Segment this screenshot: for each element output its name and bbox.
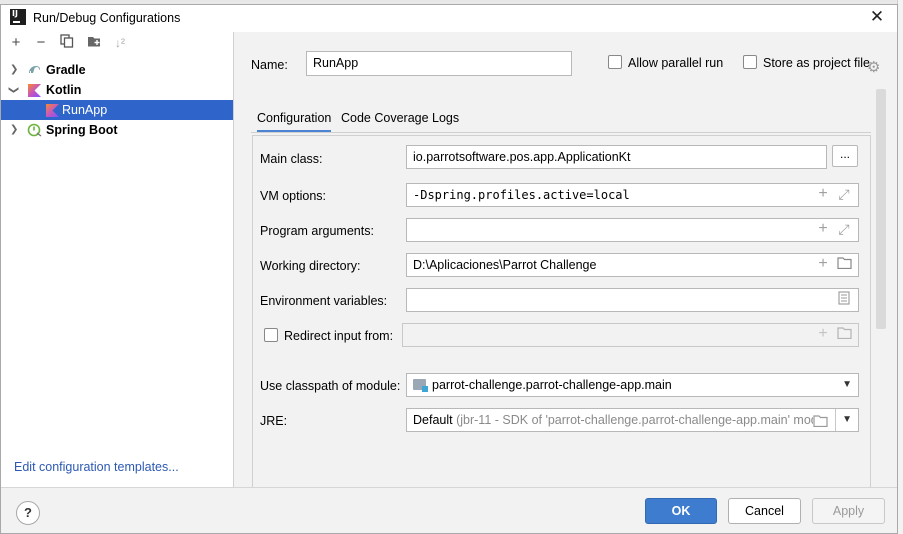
plus-icon[interactable]: + <box>815 326 831 342</box>
chevron-down-icon[interactable]: ▼ <box>842 374 852 396</box>
environment-variables-label: Environment variables: <box>260 294 388 308</box>
classpath-module-select[interactable]: parrot-challenge.parrot-challenge-app.ma… <box>406 373 859 397</box>
store-as-project-file-label: Store as project file <box>763 56 870 70</box>
store-as-project-file-checkbox[interactable] <box>743 55 757 69</box>
program-arguments-label: Program arguments: <box>260 224 374 238</box>
chevron-right-icon[interactable]: ❯ <box>10 120 18 140</box>
run-debug-configurations-dialog: IJ Run/Debug Configurations ✕ + − ↓² ❯ G… <box>0 4 898 534</box>
ok-button[interactable]: OK <box>645 498 717 524</box>
expand-icon[interactable]: ⤢ <box>836 186 852 202</box>
gear-icon[interactable]: ⚙ <box>867 58 880 76</box>
tree-item-runapp[interactable]: RunApp <box>1 100 233 120</box>
name-label: Name: <box>251 58 288 72</box>
tree-item-label: Spring Boot <box>46 123 118 137</box>
redirect-input-field[interactable] <box>402 323 859 347</box>
window-title: Run/Debug Configurations <box>33 11 181 25</box>
classpath-module-value: parrot-challenge.parrot-challenge-app.ma… <box>432 378 672 392</box>
configuration-tree: ❯ Gradle ❯ Kotlin RunApp ❯ Spring Boot <box>1 60 233 140</box>
jre-select-separator <box>835 409 836 431</box>
remove-configuration-icon[interactable]: − <box>32 34 50 52</box>
configurations-sidebar: + − ↓² ❯ Gradle ❯ Kotlin RunApp ❯ Spring… <box>1 32 234 487</box>
chevron-down-icon[interactable]: ▼ <box>842 409 852 431</box>
cancel-button[interactable]: Cancel <box>728 498 801 524</box>
folder-add-icon[interactable] <box>85 34 103 52</box>
dialog-button-bar: ? OK Cancel Apply <box>1 487 897 533</box>
list-icon[interactable] <box>836 291 852 307</box>
edit-configuration-templates-link[interactable]: Edit configuration templates... <box>14 460 179 474</box>
allow-parallel-run-label: Allow parallel run <box>628 56 724 70</box>
folder-icon[interactable] <box>836 326 852 342</box>
main-class-label: Main class: <box>260 152 323 166</box>
program-arguments-field[interactable] <box>406 218 859 242</box>
browse-main-class-button[interactable]: ... <box>832 145 858 167</box>
kotlin-icon <box>28 83 42 97</box>
plus-icon[interactable]: + <box>815 221 831 237</box>
folder-icon[interactable] <box>836 256 852 272</box>
jre-label: JRE: <box>260 414 288 428</box>
title-bar: IJ Run/Debug Configurations ✕ <box>1 5 897 32</box>
tab-logs[interactable]: Logs <box>432 105 459 133</box>
chevron-down-icon[interactable]: ❯ <box>3 86 23 94</box>
vm-options-field[interactable]: -Dspring.profiles.active=local <box>406 183 859 207</box>
working-directory-field[interactable]: D:\Aplicaciones\Parrot Challenge <box>406 253 859 277</box>
tab-configuration[interactable]: Configuration <box>257 105 332 133</box>
jre-select[interactable]: Default (jbr-11 - SDK of 'parrot-challen… <box>406 408 859 432</box>
tree-item-label: Gradle <box>46 63 86 77</box>
folder-icon[interactable] <box>813 412 828 431</box>
tree-item-label: Kotlin <box>46 83 82 97</box>
expand-icon[interactable]: ⤢ <box>836 221 852 237</box>
tree-item-label: RunApp <box>62 103 108 117</box>
spring-boot-icon <box>27 123 42 137</box>
redirect-input-checkbox[interactable] <box>264 328 278 342</box>
environment-variables-field[interactable] <box>406 288 859 312</box>
tree-item-kotlin[interactable]: ❯ Kotlin <box>1 80 233 100</box>
gradle-icon <box>27 63 41 77</box>
sort-icon[interactable]: ↓² <box>111 34 129 52</box>
working-directory-label: Working directory: <box>260 259 361 273</box>
chevron-right-icon[interactable]: ❯ <box>10 60 18 80</box>
classpath-module-label: Use classpath of module: <box>260 379 401 393</box>
redirect-input-label: Redirect input from: <box>284 329 394 343</box>
main-class-field[interactable]: io.parrotsoftware.pos.app.ApplicationKt <box>406 145 827 169</box>
plus-icon[interactable]: + <box>815 256 831 272</box>
tab-code-coverage[interactable]: Code Coverage <box>341 105 429 133</box>
name-field[interactable]: RunApp <box>306 51 572 76</box>
apply-button[interactable]: Apply <box>812 498 885 524</box>
form-scrollbar[interactable] <box>876 89 886 329</box>
configuration-editor: Name: RunApp Allow parallel run Store as… <box>235 32 887 487</box>
tab-divider <box>251 132 871 133</box>
module-icon <box>413 379 428 392</box>
kotlin-icon <box>46 103 60 117</box>
plus-icon[interactable]: + <box>815 186 831 202</box>
add-configuration-icon[interactable]: + <box>7 34 25 52</box>
help-button[interactable]: ? <box>16 501 40 525</box>
copy-configuration-icon[interactable] <box>58 34 76 52</box>
allow-parallel-run-checkbox[interactable] <box>608 55 622 69</box>
tree-item-gradle[interactable]: ❯ Gradle <box>1 60 233 80</box>
tree-item-spring-boot[interactable]: ❯ Spring Boot <box>1 120 233 140</box>
intellij-app-icon: IJ <box>10 9 26 25</box>
jre-value-wrap: Default (jbr-11 - SDK of 'parrot-challen… <box>413 409 813 431</box>
close-icon[interactable]: ✕ <box>867 7 887 27</box>
jre-value: Default <box>413 413 453 427</box>
vm-options-label: VM options: <box>260 189 327 203</box>
jre-hint: (jbr-11 - SDK of 'parrot-challenge.parro… <box>456 413 813 427</box>
sidebar-toolbar: + − ↓² <box>1 32 233 56</box>
